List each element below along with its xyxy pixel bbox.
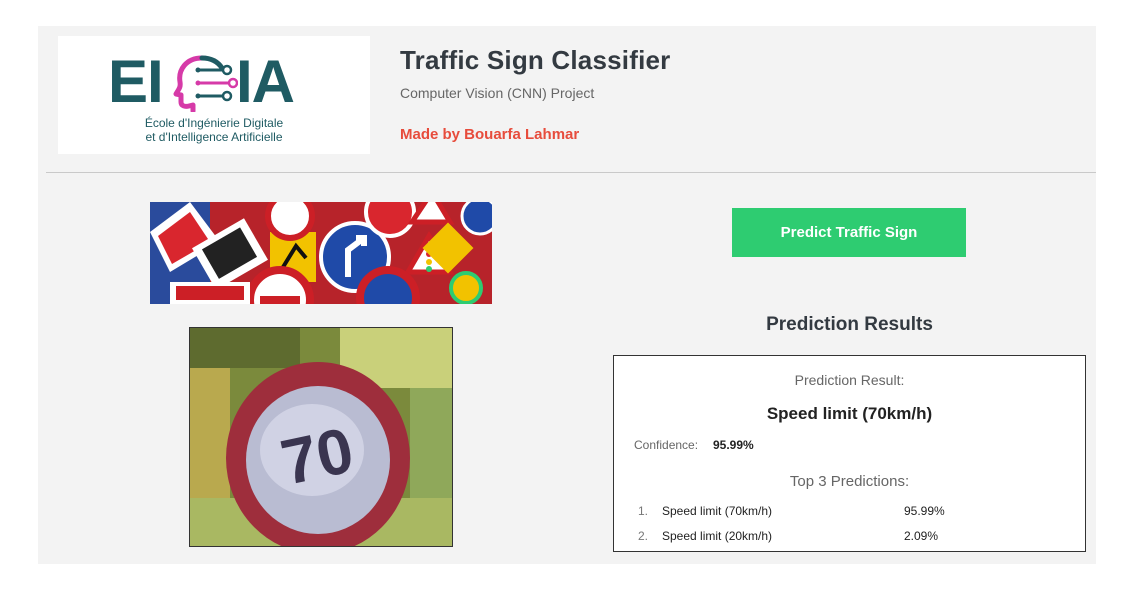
- prediction-percent: 2.09%: [904, 529, 939, 543]
- logo-letters-right: IA: [236, 48, 295, 115]
- logo-subtitle-line2: et d'Intelligence Artificielle: [145, 130, 283, 144]
- confidence-value: 95.99%: [713, 438, 754, 452]
- prediction-row: 1. Speed limit (70km/h) 95.99%: [638, 504, 1078, 522]
- result-caption: Prediction Result:: [794, 372, 905, 388]
- predict-button[interactable]: Predict Traffic Sign: [732, 208, 966, 257]
- prediction-percent: 95.99%: [904, 504, 945, 518]
- logo-letters-left: EI: [108, 48, 164, 115]
- traffic-signs-banner: [150, 202, 492, 304]
- prediction-rank: 2.: [638, 529, 649, 543]
- speed-limit-sign-photo: 70: [190, 328, 452, 546]
- logo-subtitle-line1: École d'Ingénierie Digitale: [144, 116, 284, 130]
- logo-wordmark: EI IA: [108, 50, 320, 114]
- results-heading: Prediction Results: [766, 314, 933, 335]
- input-image: 70: [189, 327, 453, 547]
- page-title: Traffic Sign Classifier: [400, 45, 671, 75]
- app-window: EI IA École d'Ingénierie Digitale et d'I…: [38, 26, 1096, 564]
- author-credit: Made by Bouarfa Lahmar: [400, 126, 580, 143]
- prediction-row: 2. Speed limit (20km/h) 2.09%: [638, 529, 1078, 547]
- results-panel: Prediction Result: Speed limit (70km/h) …: [613, 355, 1086, 552]
- header-divider: [46, 172, 1096, 173]
- page-subtitle: Computer Vision (CNN) Project: [400, 85, 595, 101]
- school-logo: EI IA École d'Ingénierie Digitale et d'I…: [58, 36, 370, 154]
- top-predictions-title: Top 3 Predictions:: [789, 473, 910, 490]
- predicted-class: Speed limit (70km/h): [766, 404, 933, 423]
- banner-illustration: [150, 202, 492, 304]
- prediction-label: Speed limit (20km/h): [662, 529, 773, 543]
- svg-text:70: 70: [275, 414, 360, 499]
- confidence-label: Confidence:: [634, 438, 699, 452]
- head-circuit-icon: [173, 55, 238, 112]
- prediction-label: Speed limit (70km/h): [662, 504, 773, 518]
- prediction-rank: 1.: [638, 504, 649, 518]
